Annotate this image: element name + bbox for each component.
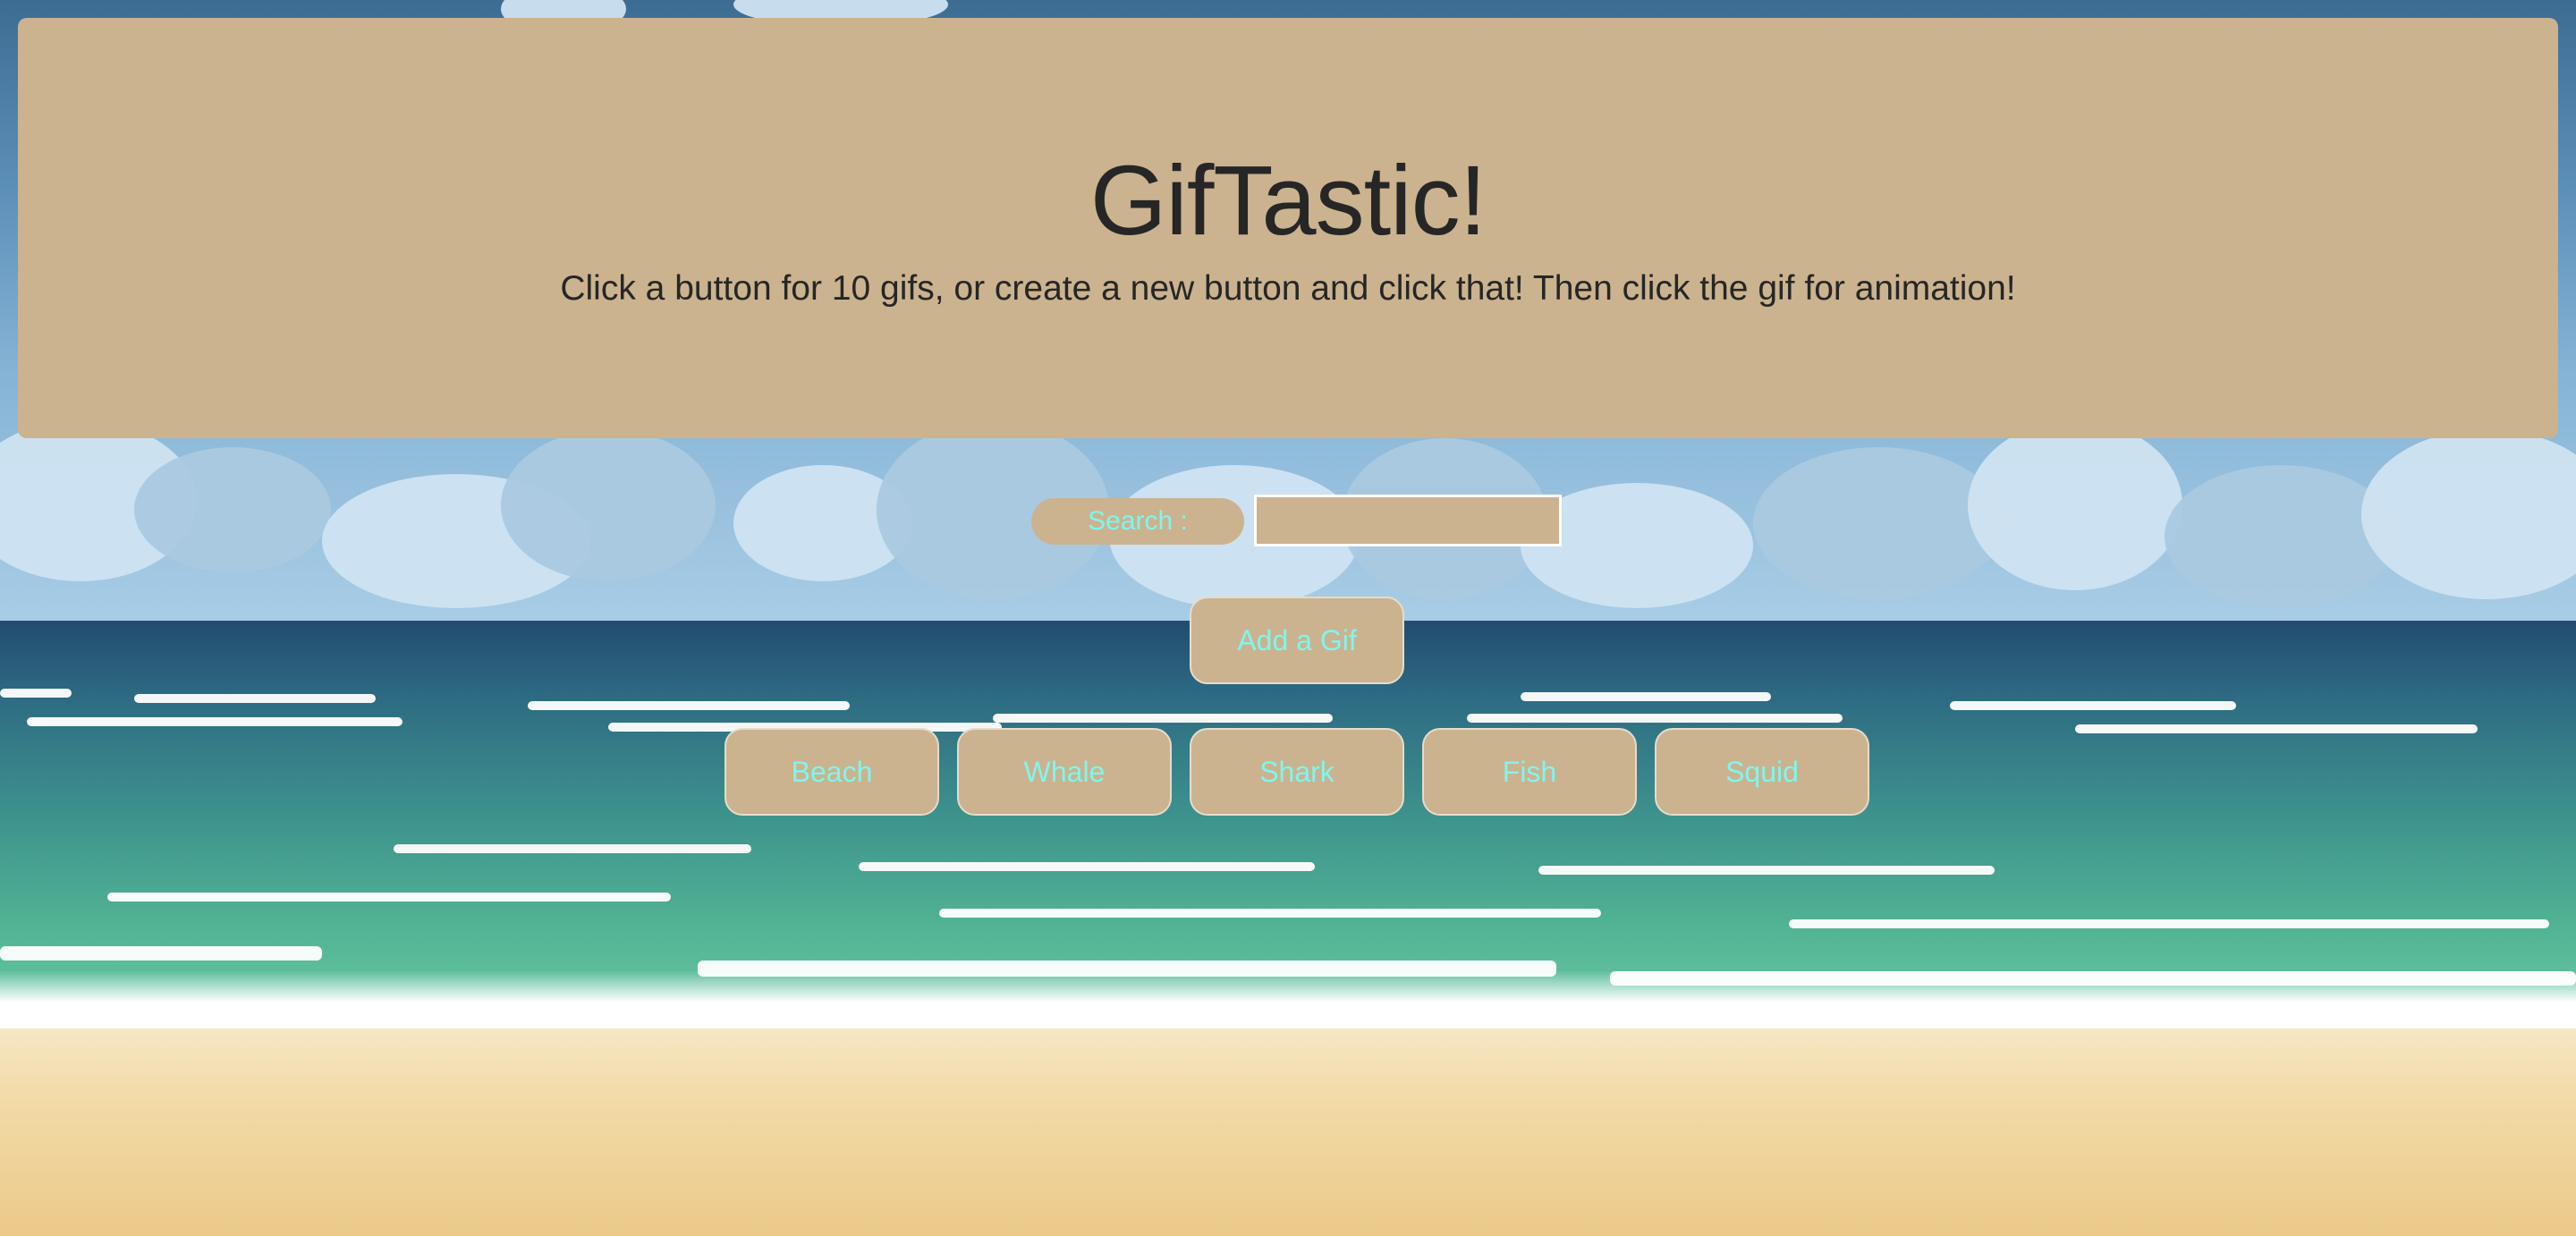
- topic-button-beach[interactable]: Beach: [724, 728, 939, 816]
- page-title: GifTastic!: [1089, 146, 1487, 256]
- sand: [0, 1029, 2576, 1236]
- topic-button-squid[interactable]: Squid: [1655, 728, 1869, 816]
- topic-button-fish[interactable]: Fish: [1422, 728, 1637, 816]
- header-panel: GifTastic! Click a button for 10 gifs, o…: [18, 18, 2558, 438]
- search-input[interactable]: [1254, 495, 1562, 546]
- topic-button-whale[interactable]: Whale: [957, 728, 1172, 816]
- page-subtitle: Click a button for 10 gifs, or create a …: [560, 269, 2016, 308]
- topic-button-row: Beach Whale Shark Fish Squid: [724, 728, 1869, 816]
- topic-button-shark[interactable]: Shark: [1190, 728, 1404, 816]
- search-label: Search :: [1031, 498, 1244, 545]
- add-gif-button[interactable]: Add a Gif: [1190, 597, 1404, 684]
